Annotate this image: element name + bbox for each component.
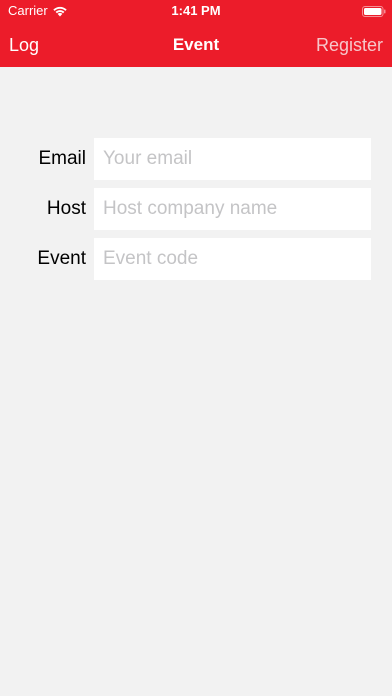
status-bar: Carrier 1:41 PM [0,0,392,22]
email-field[interactable] [94,138,371,180]
event-row: Event [0,238,392,280]
host-label: Host [46,198,86,219]
event-label: Event [37,248,86,269]
header-bar: Carrier 1:41 PM Log Event Register [0,0,392,67]
email-label: Email [38,148,86,169]
event-screen: Carrier 1:41 PM Log Event Register Email… [0,0,392,696]
navigation-bar: Log Event Register [0,22,392,67]
status-time: 1:41 PM [171,3,221,18]
battery-icon [362,5,386,17]
host-company-field[interactable] [94,188,371,230]
register-button[interactable]: Register [316,34,383,56]
host-row: Host [0,188,392,230]
email-row: Email [0,138,392,180]
event-code-field[interactable] [94,238,371,280]
